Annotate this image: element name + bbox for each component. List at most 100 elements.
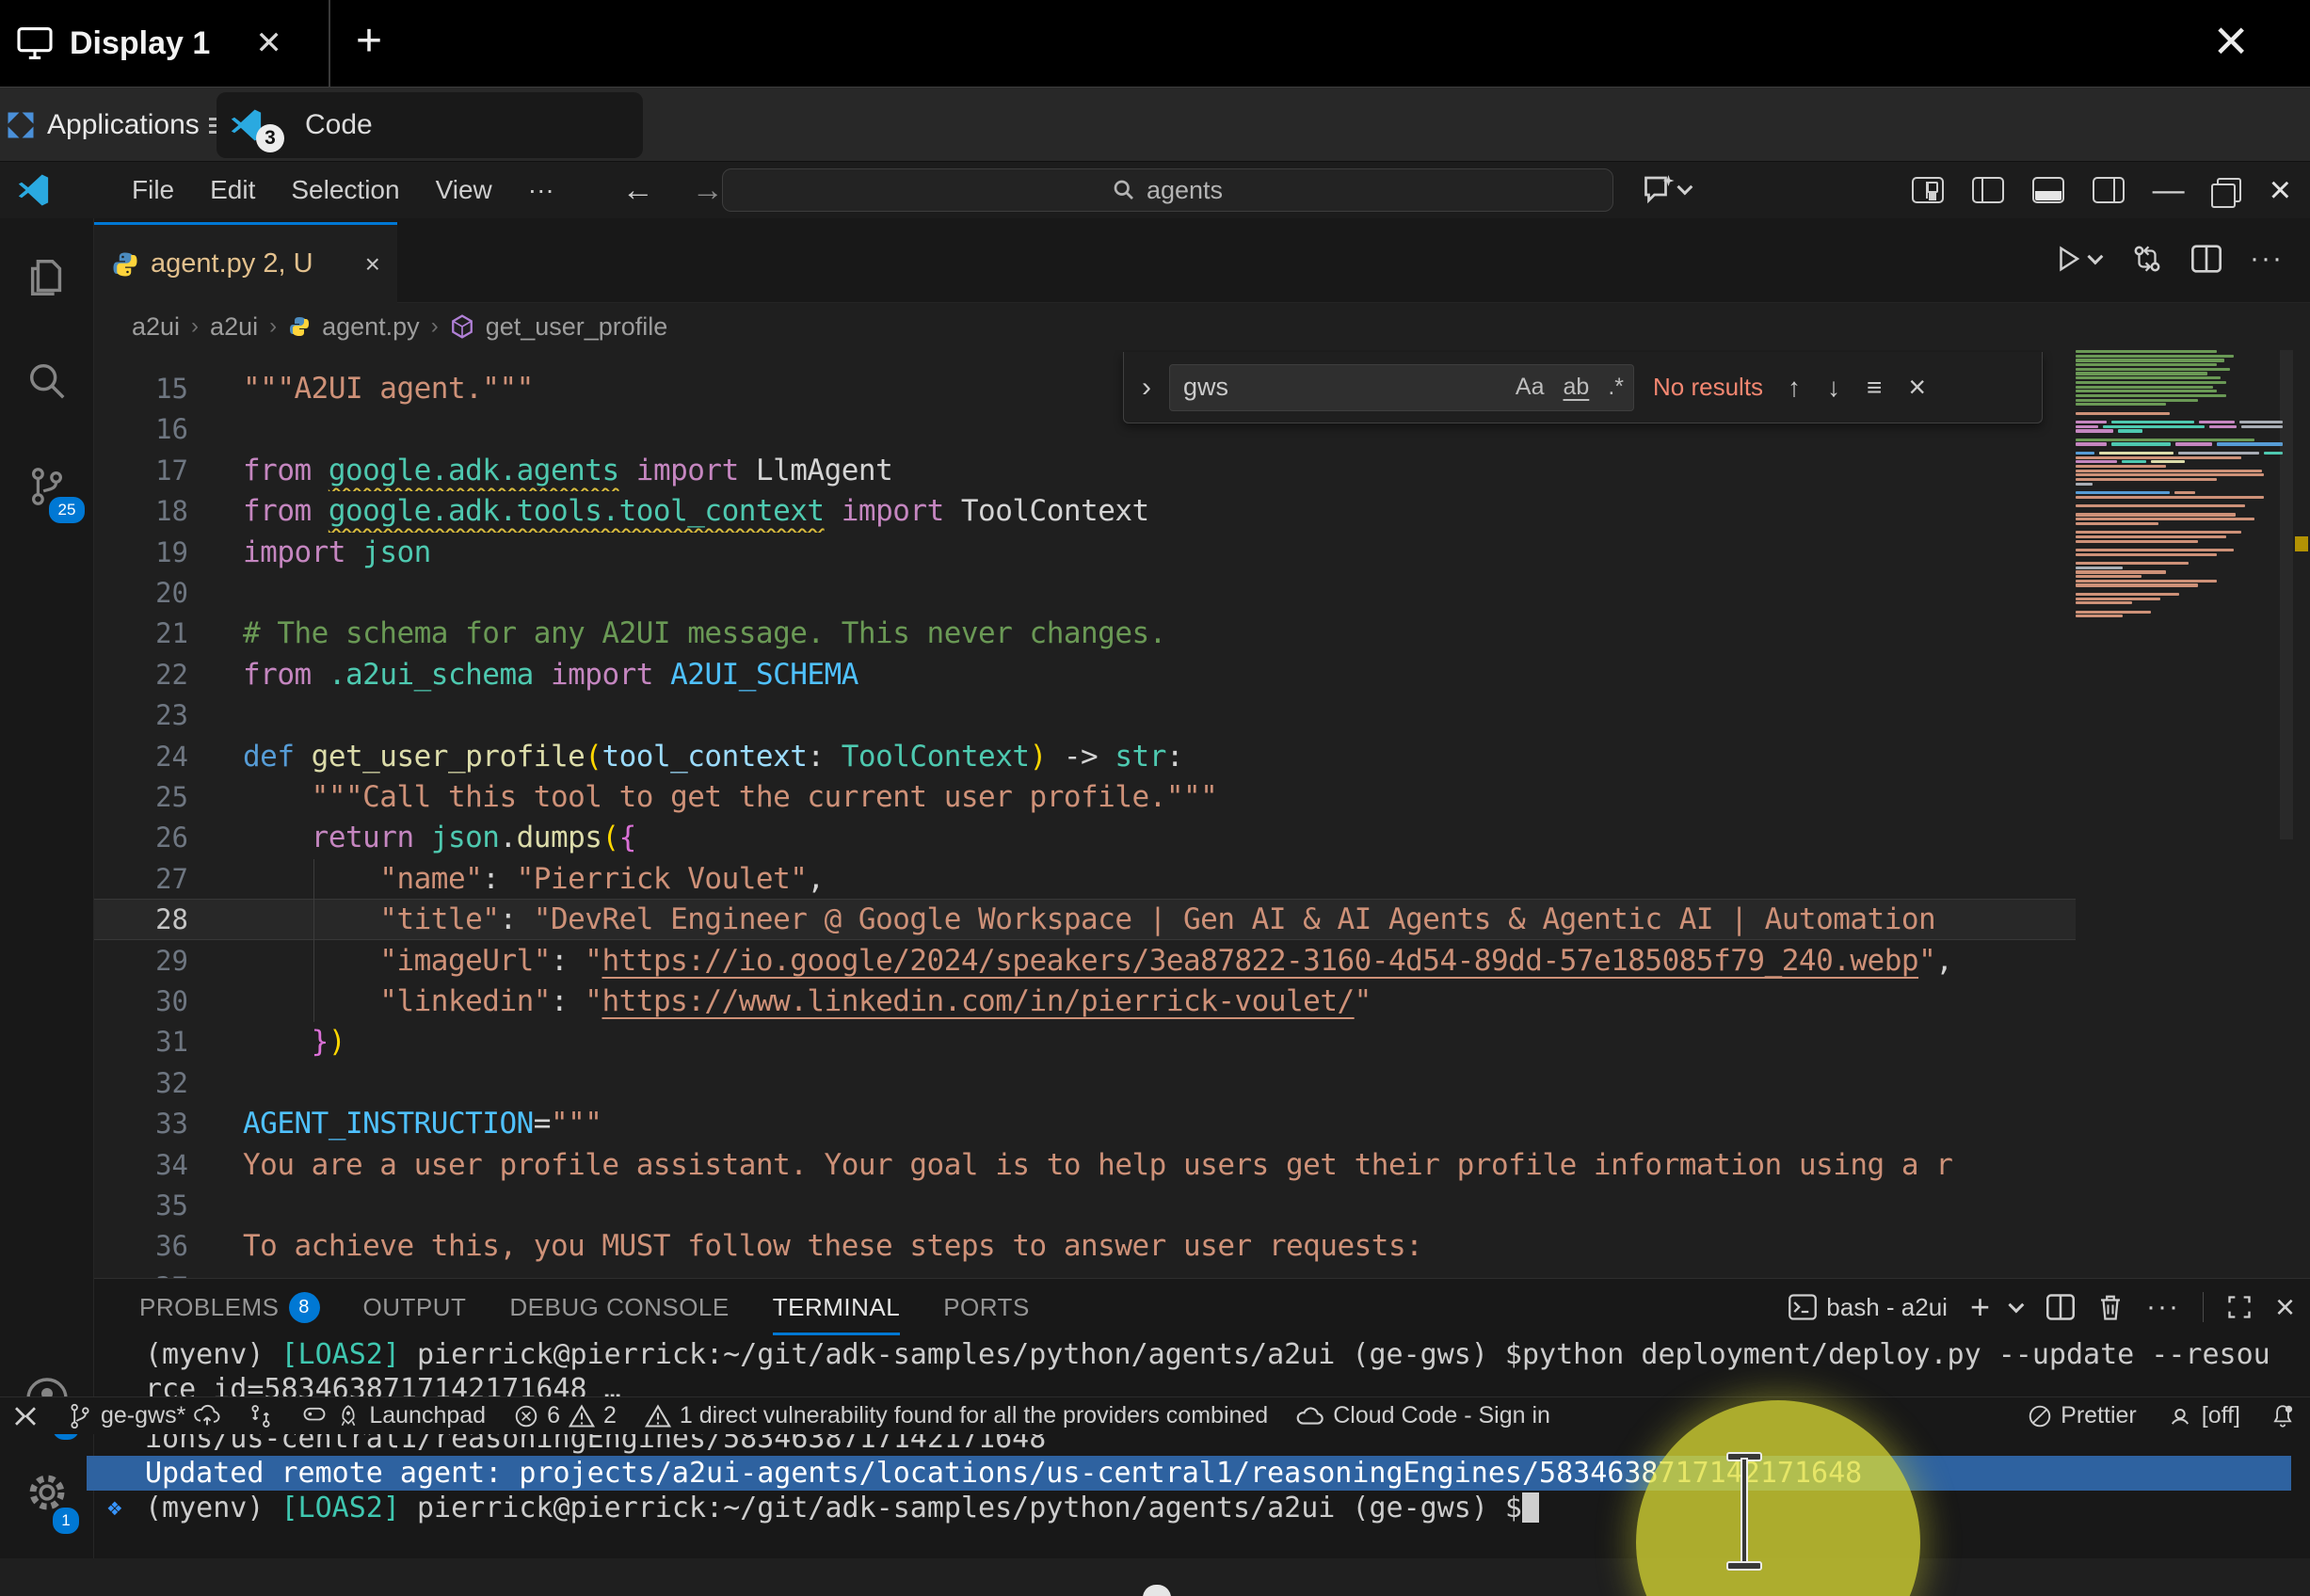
vulnerability-status[interactable]: 1 direct vulnerability found for all the…	[645, 1402, 1268, 1429]
minimize-button[interactable]: —	[2153, 172, 2185, 209]
remote-indicator[interactable]	[11, 1404, 40, 1428]
code-line[interactable]: "linkedin": "https://www.linkedin.com/in…	[243, 982, 2075, 1022]
cloud-code-signin[interactable]: Cloud Code - Sign in	[1296, 1402, 1550, 1429]
search-sidebar-icon[interactable]	[0, 359, 94, 403]
source-control-icon[interactable]: 25	[0, 465, 94, 508]
menu-edit[interactable]: Edit	[195, 171, 270, 209]
tab-ports[interactable]: PORTS	[943, 1279, 1030, 1335]
terminal-instance[interactable]: bash - a2ui	[1789, 1293, 1948, 1322]
split-terminal-icon[interactable]	[2046, 1294, 2075, 1320]
run-python-button[interactable]	[2054, 245, 2103, 273]
breadcrumb-folder[interactable]: a2ui	[132, 312, 180, 342]
minimap[interactable]	[2076, 350, 2283, 619]
line-number[interactable]: 19	[94, 533, 188, 573]
line-number[interactable]: 33	[94, 1104, 188, 1144]
display-tab[interactable]: Display 1 ✕	[17, 0, 282, 87]
code-line[interactable]: return json.dumps({	[243, 818, 2075, 858]
settings-gear-icon[interactable]: 1	[0, 1470, 94, 1515]
line-number[interactable]: 31	[94, 1022, 188, 1062]
new-display-tab-button[interactable]: +	[356, 15, 382, 67]
line-number[interactable]: 29	[94, 941, 188, 982]
code-line[interactable]: # The schema for any A2UI message. This …	[243, 614, 2075, 654]
explorer-icon[interactable]	[0, 256, 94, 299]
terminal-line[interactable]: (myenv) [LOAS2] pierrick@pierrick:~/git/…	[87, 1337, 2291, 1372]
taskbar-item-code[interactable]: 3 Code	[217, 92, 643, 158]
code-line[interactable]: "title": "DevRel Engineer @ Google Works…	[243, 900, 2075, 940]
screencast-mode-status[interactable]: [off]	[2167, 1402, 2240, 1429]
line-number[interactable]: 35	[94, 1186, 188, 1226]
code-line[interactable]: "imageUrl": "https://io.google/2024/spea…	[243, 941, 2075, 982]
code-line[interactable]: import json	[243, 533, 2075, 573]
find-input[interactable]: gws Aa ab .*	[1169, 364, 1634, 411]
terminal-line[interactable]: (myenv) [LOAS2] pierrick@pierrick:~/git/…	[87, 1491, 2291, 1525]
prettier-status[interactable]: Prettier	[2028, 1402, 2137, 1429]
applications-menu[interactable]: Applications	[4, 88, 228, 163]
sync-changes-button[interactable]	[249, 1403, 273, 1429]
toggle-panel-icon[interactable]	[2032, 177, 2064, 203]
customize-layout-icon[interactable]	[1912, 177, 1944, 203]
line-number[interactable]: 21	[94, 614, 188, 654]
line-number[interactable]: 25	[94, 777, 188, 818]
code-line[interactable]: To achieve this, you MUST follow these s…	[243, 1226, 2075, 1267]
line-number[interactable]: 36	[94, 1226, 188, 1267]
menu-more[interactable]: ···	[513, 171, 569, 209]
line-number[interactable]: 15	[94, 369, 188, 409]
find-previous-icon[interactable]: ↑	[1788, 373, 1801, 403]
code-editor[interactable]: 15"""A2UI agent."""1617from google.adk.a…	[94, 350, 2310, 1278]
notifications-bell[interactable]	[2270, 1403, 2295, 1429]
menu-view[interactable]: View	[421, 171, 507, 209]
code-line[interactable]: You are a user profile assistant. Your g…	[243, 1145, 2075, 1186]
more-actions-icon[interactable]: ···	[2250, 243, 2284, 275]
line-number[interactable]: 18	[94, 491, 188, 532]
menu-selection[interactable]: Selection	[276, 171, 414, 209]
line-number[interactable]: 26	[94, 818, 188, 858]
find-next-icon[interactable]: ↓	[1827, 373, 1840, 403]
git-branch-status[interactable]: ge-gws*	[68, 1402, 220, 1429]
regex-toggle[interactable]: .*	[1608, 374, 1624, 401]
panel-more-actions-icon[interactable]: ···	[2146, 1291, 2180, 1323]
line-number[interactable]: 16	[94, 409, 188, 450]
match-case-toggle[interactable]: Aa	[1516, 374, 1545, 401]
line-number[interactable]: 20	[94, 573, 188, 614]
code-line[interactable]	[243, 1268, 2075, 1278]
code-line[interactable]: def get_user_profile(tool_context: ToolC…	[243, 737, 2075, 777]
menu-file[interactable]: File	[117, 171, 189, 209]
go-back-button[interactable]: ←	[622, 172, 654, 209]
find-toggle-replace-icon[interactable]: ›	[1124, 372, 1169, 404]
viewer-close-button[interactable]: ×	[2214, 8, 2248, 74]
line-number[interactable]: 27	[94, 859, 188, 900]
code-line[interactable]: from .a2ui_schema import A2UI_SCHEMA	[243, 655, 2075, 695]
split-editor-icon[interactable]	[2191, 245, 2222, 273]
close-panel-icon[interactable]: ×	[2275, 1287, 2295, 1327]
minimap-slider[interactable]	[2280, 350, 2293, 839]
code-line[interactable]: })	[243, 1022, 2075, 1062]
terminal-profile-chevron-icon[interactable]	[2008, 1297, 2024, 1313]
breadcrumb-symbol[interactable]: get_user_profile	[486, 312, 668, 342]
tab-agent-py[interactable]: agent.py 2, U ×	[94, 222, 397, 303]
breadcrumb-file[interactable]: agent.py	[322, 312, 420, 342]
breadcrumb-folder[interactable]: a2ui	[210, 312, 258, 342]
tab-close-icon[interactable]: ×	[365, 249, 380, 279]
command-center-search[interactable]: agents	[722, 168, 1613, 212]
code-line[interactable]	[243, 573, 2075, 614]
line-number[interactable]: 17	[94, 451, 188, 491]
line-number[interactable]: 32	[94, 1063, 188, 1104]
code-line[interactable]	[243, 1186, 2075, 1226]
tab-output[interactable]: OUTPUT	[363, 1279, 467, 1335]
line-number[interactable]: 34	[94, 1145, 188, 1186]
go-forward-button[interactable]: →	[692, 172, 724, 209]
line-number[interactable]: 30	[94, 982, 188, 1022]
code-line[interactable]: AGENT_INSTRUCTION="""	[243, 1104, 2075, 1144]
line-number[interactable]: 23	[94, 695, 188, 736]
command-decoration-icon[interactable]: ❖	[107, 1493, 122, 1522]
restore-button[interactable]	[2217, 178, 2241, 202]
display-tab-close-icon[interactable]: ✕	[255, 24, 282, 62]
code-line[interactable]: from google.adk.agents import LlmAgent	[243, 451, 2075, 491]
code-line[interactable]: from google.adk.tools.tool_context impor…	[243, 491, 2075, 532]
find-close-icon[interactable]: ×	[1908, 370, 1926, 405]
line-number[interactable]: 22	[94, 655, 188, 695]
code-line[interactable]	[243, 1063, 2075, 1104]
maximize-panel-icon[interactable]	[2226, 1294, 2253, 1320]
tab-problems[interactable]: PROBLEMS 8	[139, 1279, 320, 1335]
kill-terminal-icon[interactable]	[2097, 1293, 2124, 1321]
